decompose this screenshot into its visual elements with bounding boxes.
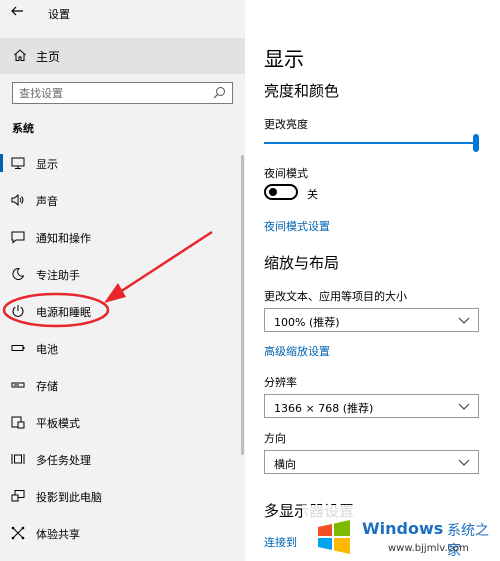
sidebar-item-label: 存储 [36, 380, 58, 393]
sidebar-item-battery[interactable]: 电池 [0, 333, 240, 363]
main-panel: 显示 亮度和颜色 更改亮度 夜间模式 关 夜间模式设置 缩放与布局 更改文本、应… [245, 0, 500, 561]
scale-dropdown[interactable]: 100% (推荐) [264, 308, 479, 332]
sidebar-item-storage[interactable]: 存储 [0, 370, 240, 400]
scale-label: 更改文本、应用等项目的大小 [264, 290, 407, 303]
connect-display-link[interactable]: 连接到 [264, 534, 297, 550]
night-light-toggle[interactable] [264, 184, 298, 200]
toggle-knob [269, 188, 277, 196]
speaker-icon [11, 193, 24, 207]
sidebar-item-label: 平板模式 [36, 417, 80, 430]
resolution-label: 分辨率 [264, 376, 297, 389]
back-arrow-icon [11, 6, 23, 16]
slider-thumb[interactable] [473, 134, 479, 152]
advanced-scaling-link[interactable]: 高级缩放设置 [264, 343, 330, 359]
scale-dropdown-value: 100% (推荐) [274, 316, 340, 329]
slider-track[interactable] [264, 142, 476, 144]
notification-icon [11, 231, 25, 244]
sidebar-item-tablet-mode[interactable]: 平板模式 [0, 407, 240, 437]
page-title: 显示 [264, 47, 304, 71]
sidebar-item-label: 多任务处理 [36, 454, 91, 467]
watermark-brand-cn: 系统之家 [447, 523, 489, 559]
watermark-url: www.bjjmlv.com [388, 543, 469, 554]
project-icon [11, 490, 25, 502]
home-icon [14, 49, 26, 61]
sidebar: 设置 主页 系统 显示 声音 通知和操作 专注助手 电源和睡眠 电池 存储 平板… [0, 0, 245, 561]
storage-icon [11, 382, 25, 388]
sidebar-section-title: 系统 [12, 122, 34, 135]
back-button[interactable] [10, 4, 30, 22]
sidebar-item-project-to-pc[interactable]: 投影到此电脑 [0, 481, 240, 511]
power-icon [12, 305, 24, 317]
sidebar-scrollbar[interactable] [241, 155, 244, 455]
sidebar-item-display[interactable]: 显示 [0, 148, 240, 178]
orientation-dropdown-value: 横向 [274, 458, 296, 471]
monitor-icon [11, 157, 25, 169]
sidebar-item-label: 专注助手 [36, 269, 80, 282]
sidebar-item-label: 投影到此电脑 [36, 491, 102, 504]
sidebar-item-label: 电池 [36, 343, 58, 356]
orientation-dropdown[interactable]: 横向 [264, 450, 479, 474]
chevron-down-icon [458, 317, 470, 324]
sidebar-item-label: 显示 [36, 158, 58, 171]
sidebar-item-focus-assist[interactable]: 专注助手 [0, 259, 240, 289]
resolution-dropdown[interactable]: 1366 × 768 (推荐) [264, 394, 479, 418]
resolution-dropdown-value: 1366 × 768 (推荐) [274, 402, 374, 415]
multitask-icon [11, 454, 25, 464]
sidebar-item-label: 通知和操作 [36, 232, 91, 245]
night-light-settings-link[interactable]: 夜间模式设置 [264, 218, 330, 234]
search-input[interactable] [13, 83, 203, 103]
title-bar: 设置 [0, 0, 245, 28]
watermark: Windows 系统之家 www.bjjmlv.com [302, 505, 500, 561]
sidebar-home-label: 主页 [36, 50, 61, 64]
brightness-section-title: 亮度和颜色 [264, 82, 340, 100]
chevron-down-icon [458, 403, 470, 410]
sidebar-item-label: 体验共享 [36, 528, 80, 541]
sidebar-item-multitasking[interactable]: 多任务处理 [0, 444, 240, 474]
watermark-brand: Windows [362, 519, 444, 538]
sidebar-item-label: 声音 [36, 195, 58, 208]
search-icon[interactable] [213, 86, 226, 99]
windows-logo-icon [318, 520, 350, 554]
sidebar-item-notifications[interactable]: 通知和操作 [0, 222, 240, 252]
battery-icon [11, 345, 25, 351]
orientation-label: 方向 [264, 432, 286, 445]
chevron-down-icon [458, 459, 470, 466]
scale-section-title: 缩放与布局 [264, 254, 340, 272]
search-box[interactable] [12, 82, 233, 104]
moon-icon [12, 267, 25, 280]
share-icon [11, 526, 25, 540]
sidebar-item-label: 电源和睡眠 [36, 306, 91, 319]
night-light-label: 夜间模式 [264, 167, 308, 180]
brightness-label: 更改亮度 [264, 118, 308, 131]
sidebar-item-sound[interactable]: 声音 [0, 185, 240, 215]
tablet-icon [11, 416, 25, 429]
night-light-state: 关 [307, 188, 318, 201]
sidebar-item-shared-experiences[interactable]: 体验共享 [0, 518, 240, 548]
window-title: 设置 [48, 8, 70, 21]
sidebar-item-power-sleep[interactable]: 电源和睡眠 [0, 296, 240, 326]
sidebar-home[interactable]: 主页 [0, 38, 245, 74]
